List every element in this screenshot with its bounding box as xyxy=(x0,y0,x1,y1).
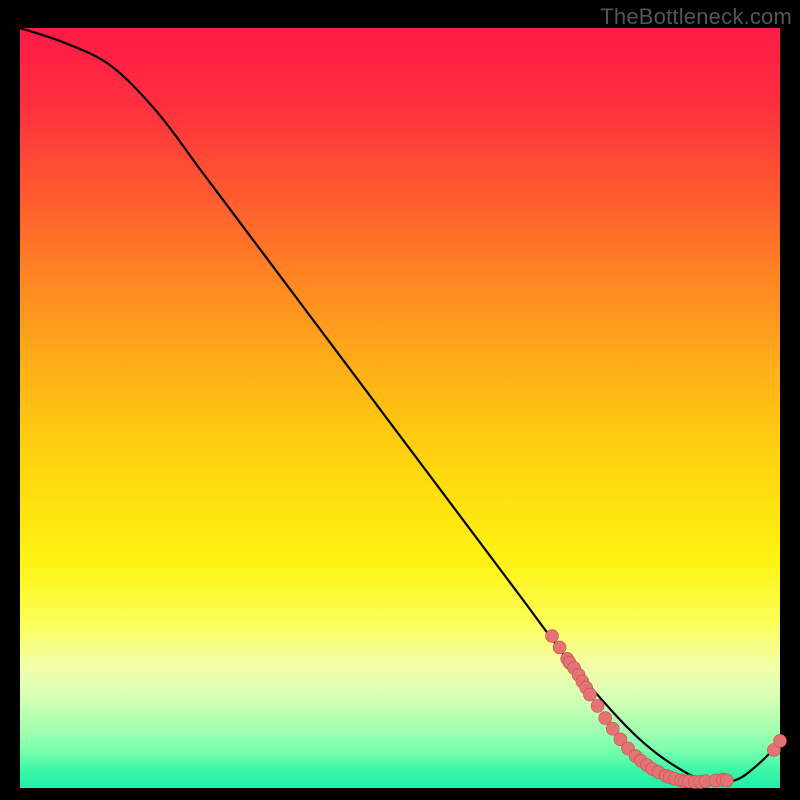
chart-stage: TheBottleneck.com xyxy=(0,0,800,800)
scatter-point xyxy=(606,722,619,735)
scatter-point xyxy=(591,699,604,712)
scatter-group xyxy=(546,630,787,789)
plot-area xyxy=(20,28,780,788)
watermark-text: TheBottleneck.com xyxy=(600,4,792,30)
scatter-point xyxy=(584,688,597,701)
scatter-point xyxy=(599,712,612,725)
scatter-point xyxy=(553,641,566,654)
scatter-point xyxy=(546,630,559,643)
bottleneck-curve-path xyxy=(20,28,780,782)
scatter-point xyxy=(774,734,787,747)
scatter-point xyxy=(720,774,733,787)
chart-svg xyxy=(20,28,780,788)
